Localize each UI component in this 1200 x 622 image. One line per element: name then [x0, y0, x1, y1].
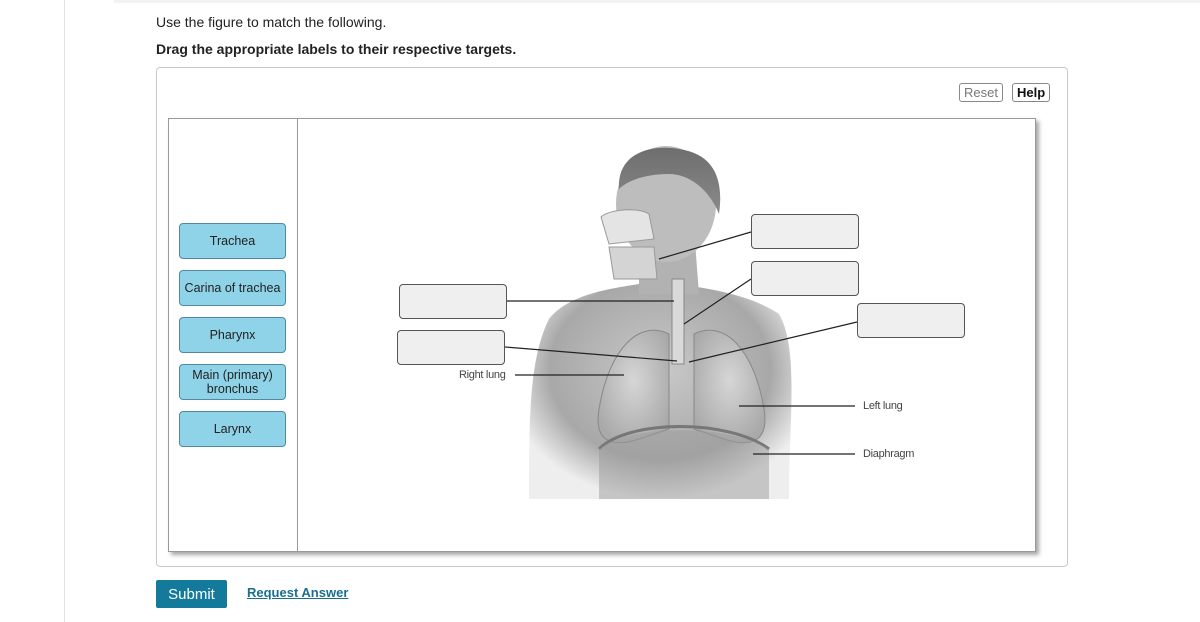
- right-lung-label: Right lung: [459, 369, 506, 381]
- instruction-heading: Drag the appropriate labels to their res…: [156, 41, 517, 57]
- abdomen-shape: [599, 430, 769, 499]
- reset-button[interactable]: Reset: [959, 83, 1003, 102]
- drop-target-2[interactable]: [397, 330, 505, 365]
- request-answer-link[interactable]: Request Answer: [247, 585, 348, 600]
- submit-button[interactable]: Submit: [156, 580, 227, 608]
- figure-area: Trachea Carina of trachea Pharynx Main (…: [168, 118, 1036, 552]
- left-lung-label: Left lung: [863, 400, 903, 412]
- nasal-cavity: [600, 209, 655, 245]
- top-bar: [114, 0, 1200, 3]
- help-button[interactable]: Help: [1012, 83, 1051, 102]
- mouth-cavity: [608, 246, 658, 280]
- drop-target-4[interactable]: [751, 261, 859, 296]
- instruction-text: Use the figure to match the following.: [156, 14, 387, 30]
- drop-target-1[interactable]: [399, 284, 507, 319]
- drop-target-5[interactable]: [857, 303, 965, 338]
- trachea-shape: [671, 278, 685, 365]
- diaphragm-label: Diaphragm: [863, 448, 915, 460]
- left-divider: [64, 0, 65, 622]
- drop-target-3[interactable]: [751, 214, 859, 249]
